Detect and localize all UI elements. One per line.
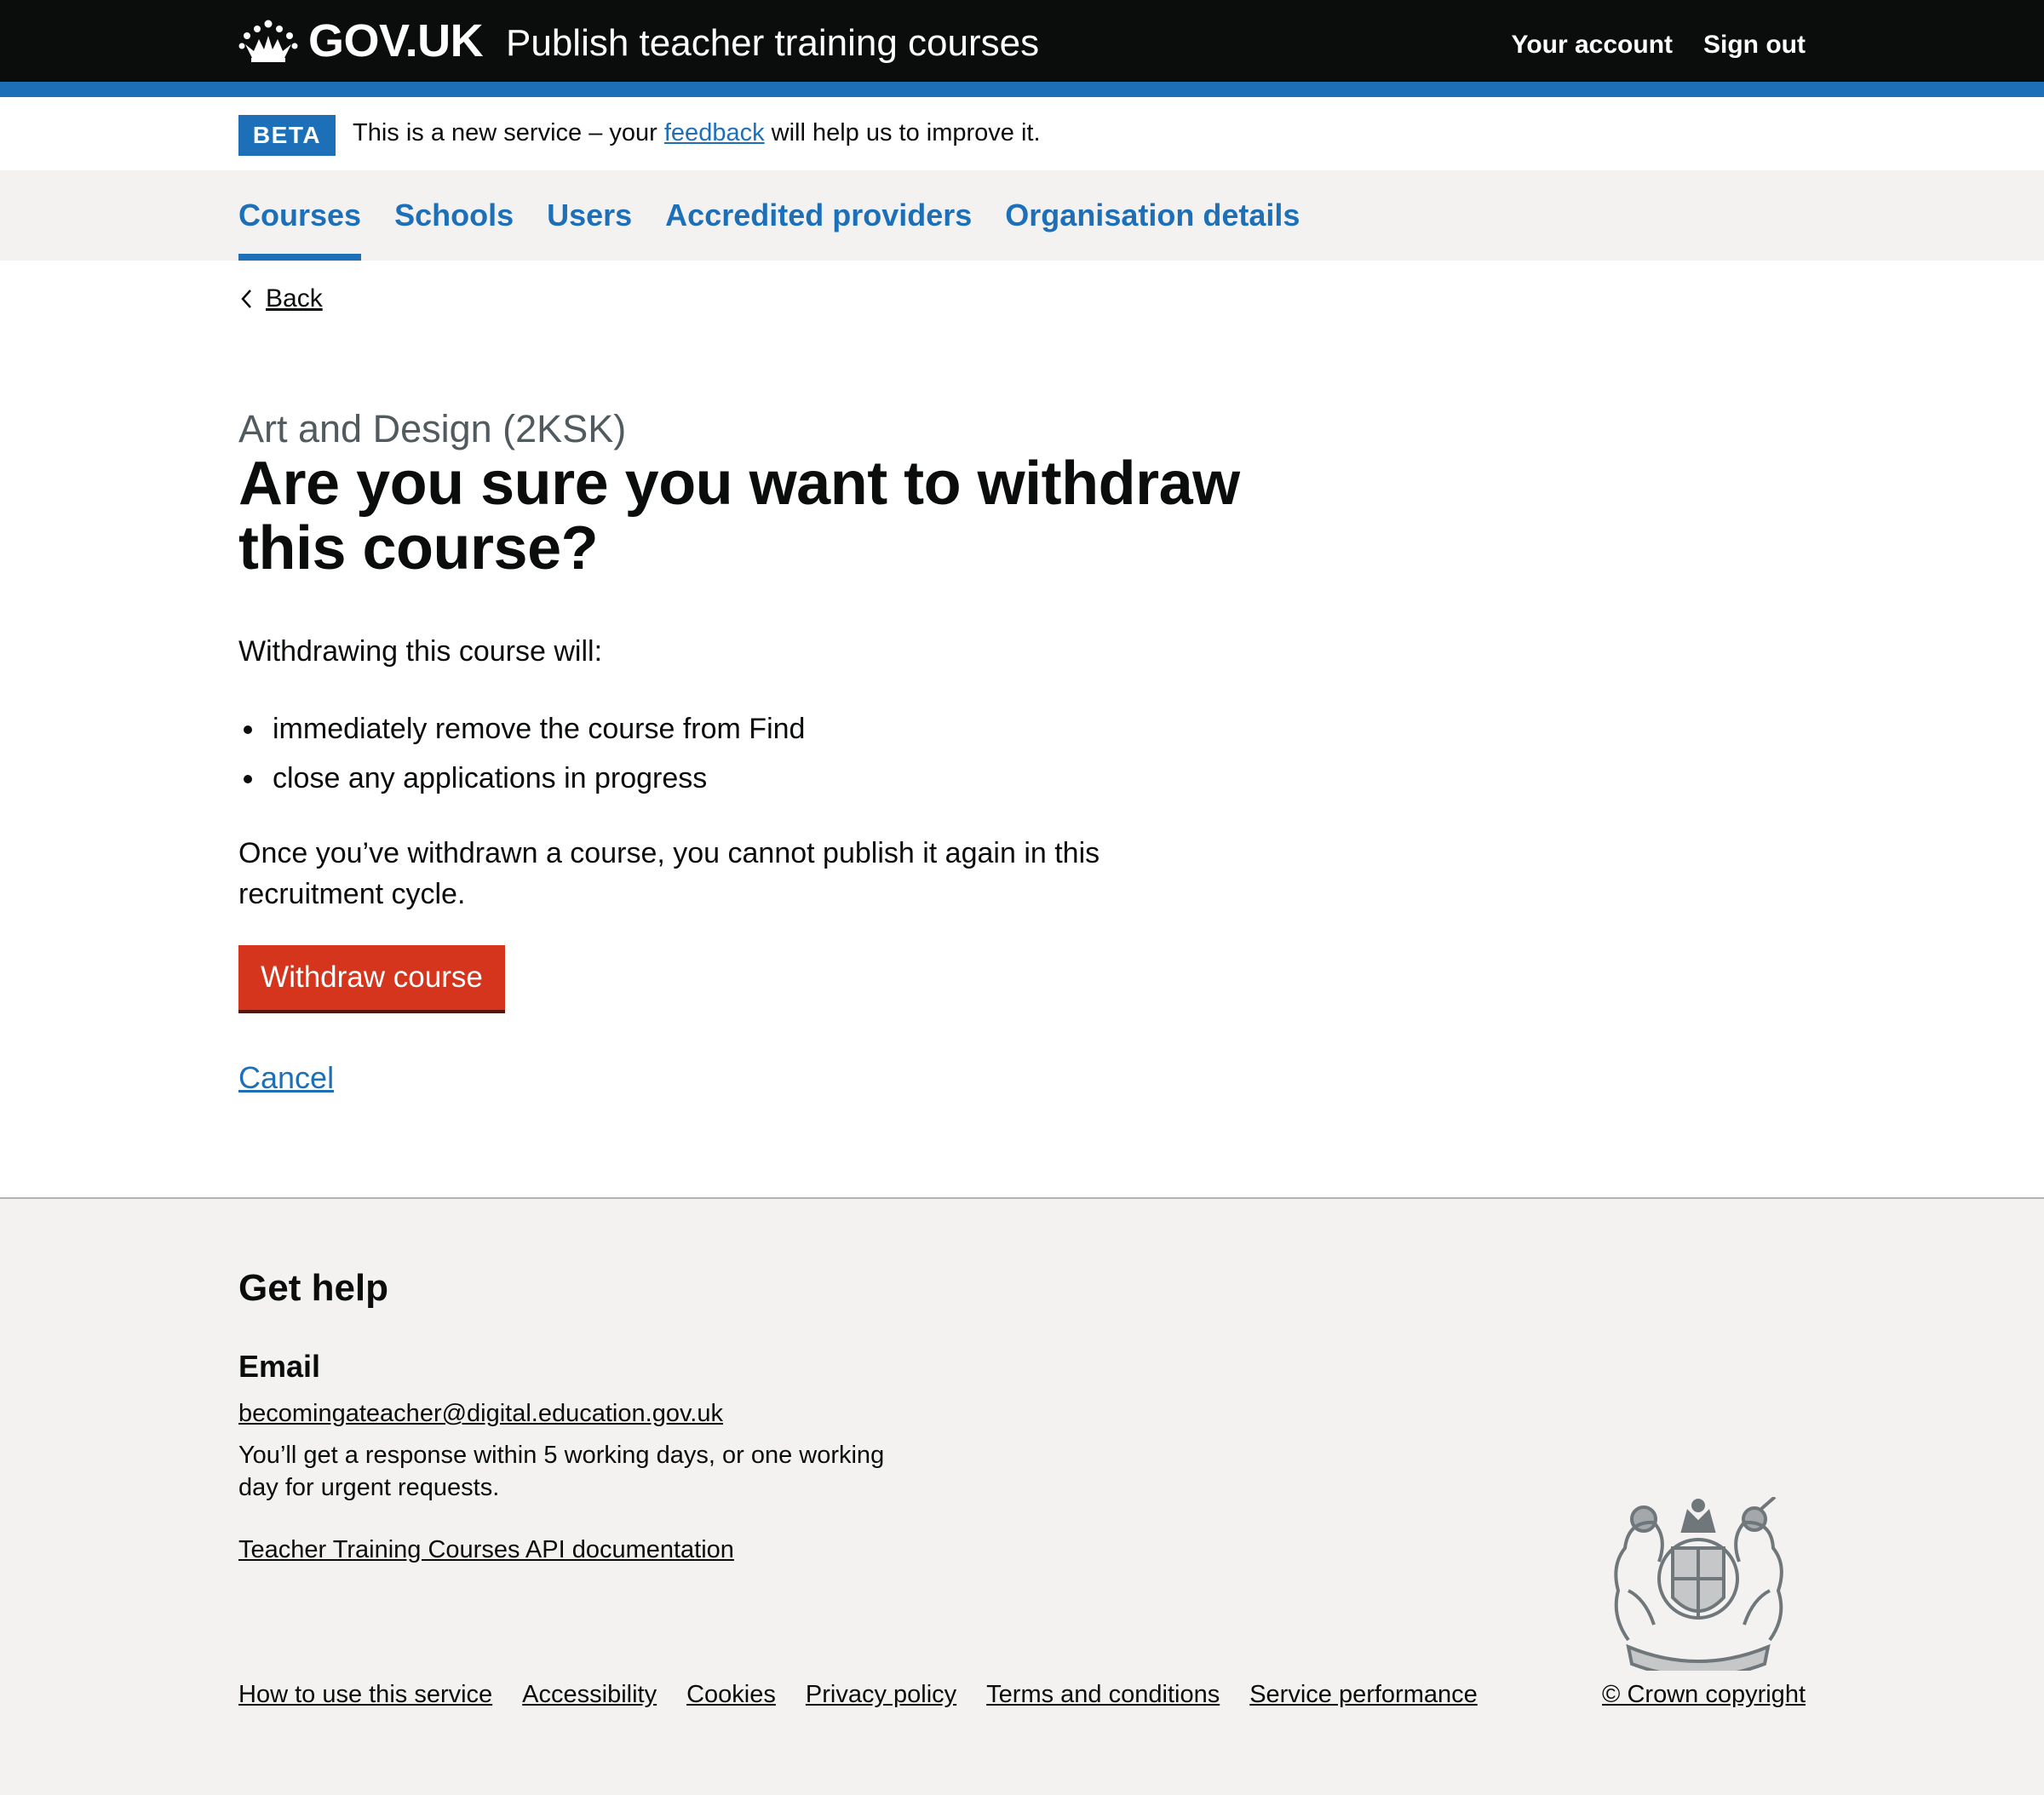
cancel-link[interactable]: Cancel: [238, 1060, 334, 1096]
nav-item-schools[interactable]: Schools: [394, 170, 514, 261]
footer-link-terms-and-conditions[interactable]: Terms and conditions: [986, 1681, 1220, 1709]
phase-banner-text-after: will help us to improve it.: [771, 119, 1041, 146]
crown-copyright-link[interactable]: © Crown copyright: [1602, 1681, 1806, 1709]
get-help-heading: Get help: [238, 1267, 389, 1309]
primary-navigation: Courses Schools Users Accredited provide…: [0, 170, 2044, 261]
phase-banner-text: This is a new service – your feedback wi…: [353, 119, 1041, 147]
back-link-label: Back: [266, 284, 323, 313]
header-blue-stripe: [0, 82, 2044, 97]
nav-item-accredited-providers[interactable]: Accredited providers: [665, 170, 972, 261]
footer-link-how-to-use[interactable]: How to use this service: [238, 1681, 492, 1709]
nav-item-courses[interactable]: Courses: [238, 170, 362, 261]
crown-icon: [238, 20, 298, 62]
email-heading: Email: [238, 1349, 321, 1384]
page-title: Are you sure you want to withdraw this c…: [238, 450, 1240, 582]
site-footer: Get help Email becomingateacher@digital.…: [0, 1197, 2044, 1795]
phase-banner: BETA This is a new service – your feedba…: [0, 97, 2044, 170]
phase-banner-text-before: This is a new service – your: [353, 119, 657, 146]
feedback-link[interactable]: feedback: [664, 119, 765, 146]
royal-coat-of-arms-icon: [1614, 1497, 1783, 1671]
response-time-text: You’ll get a response within 5 working d…: [238, 1442, 885, 1501]
footer-link-privacy-policy[interactable]: Privacy policy: [806, 1681, 956, 1709]
primary-navigation-list: Courses Schools Users Accredited provide…: [238, 170, 1300, 261]
govuk-logo-link[interactable]: GOV.UK: [238, 15, 484, 66]
account-navigation: Your account Sign out: [1512, 31, 1806, 60]
nav-item-users[interactable]: Users: [547, 170, 632, 261]
sign-out-link[interactable]: Sign out: [1703, 31, 1806, 60]
support-email-link[interactable]: becomingateacher@digital.education.gov.u…: [238, 1400, 723, 1428]
footer-link-cookies[interactable]: Cookies: [686, 1681, 776, 1709]
withdraw-warning-text: Once you’ve withdrawn a course, you cann…: [238, 837, 1100, 910]
nav-item-organisation-details[interactable]: Organisation details: [1005, 170, 1300, 261]
list-item: immediately remove the course from Find: [238, 708, 805, 758]
footer-link-service-performance[interactable]: Service performance: [1249, 1681, 1478, 1709]
footer-navigation: How to use this service Accessibility Co…: [238, 1681, 1478, 1709]
back-link[interactable]: Back: [238, 284, 323, 313]
withdraw-lead-text: Withdrawing this course will:: [238, 635, 603, 668]
beta-tag: BETA: [238, 115, 336, 156]
withdraw-course-button[interactable]: Withdraw course: [238, 945, 505, 1010]
course-caption: Art and Design (2KSK): [238, 407, 627, 450]
site-header: GOV.UK Publish teacher training courses …: [0, 0, 2044, 82]
withdraw-consequences-list: immediately remove the course from Find …: [238, 708, 805, 807]
service-name-link[interactable]: Publish teacher training courses: [506, 22, 1039, 65]
logo-text: GOV.UK: [308, 15, 484, 66]
list-item: close any applications in progress: [238, 758, 805, 807]
footer-link-accessibility[interactable]: Accessibility: [522, 1681, 657, 1709]
api-documentation-link[interactable]: Teacher Training Courses API documentati…: [238, 1536, 734, 1564]
your-account-link[interactable]: Your account: [1512, 31, 1673, 60]
chevron-left-icon: [241, 290, 251, 308]
